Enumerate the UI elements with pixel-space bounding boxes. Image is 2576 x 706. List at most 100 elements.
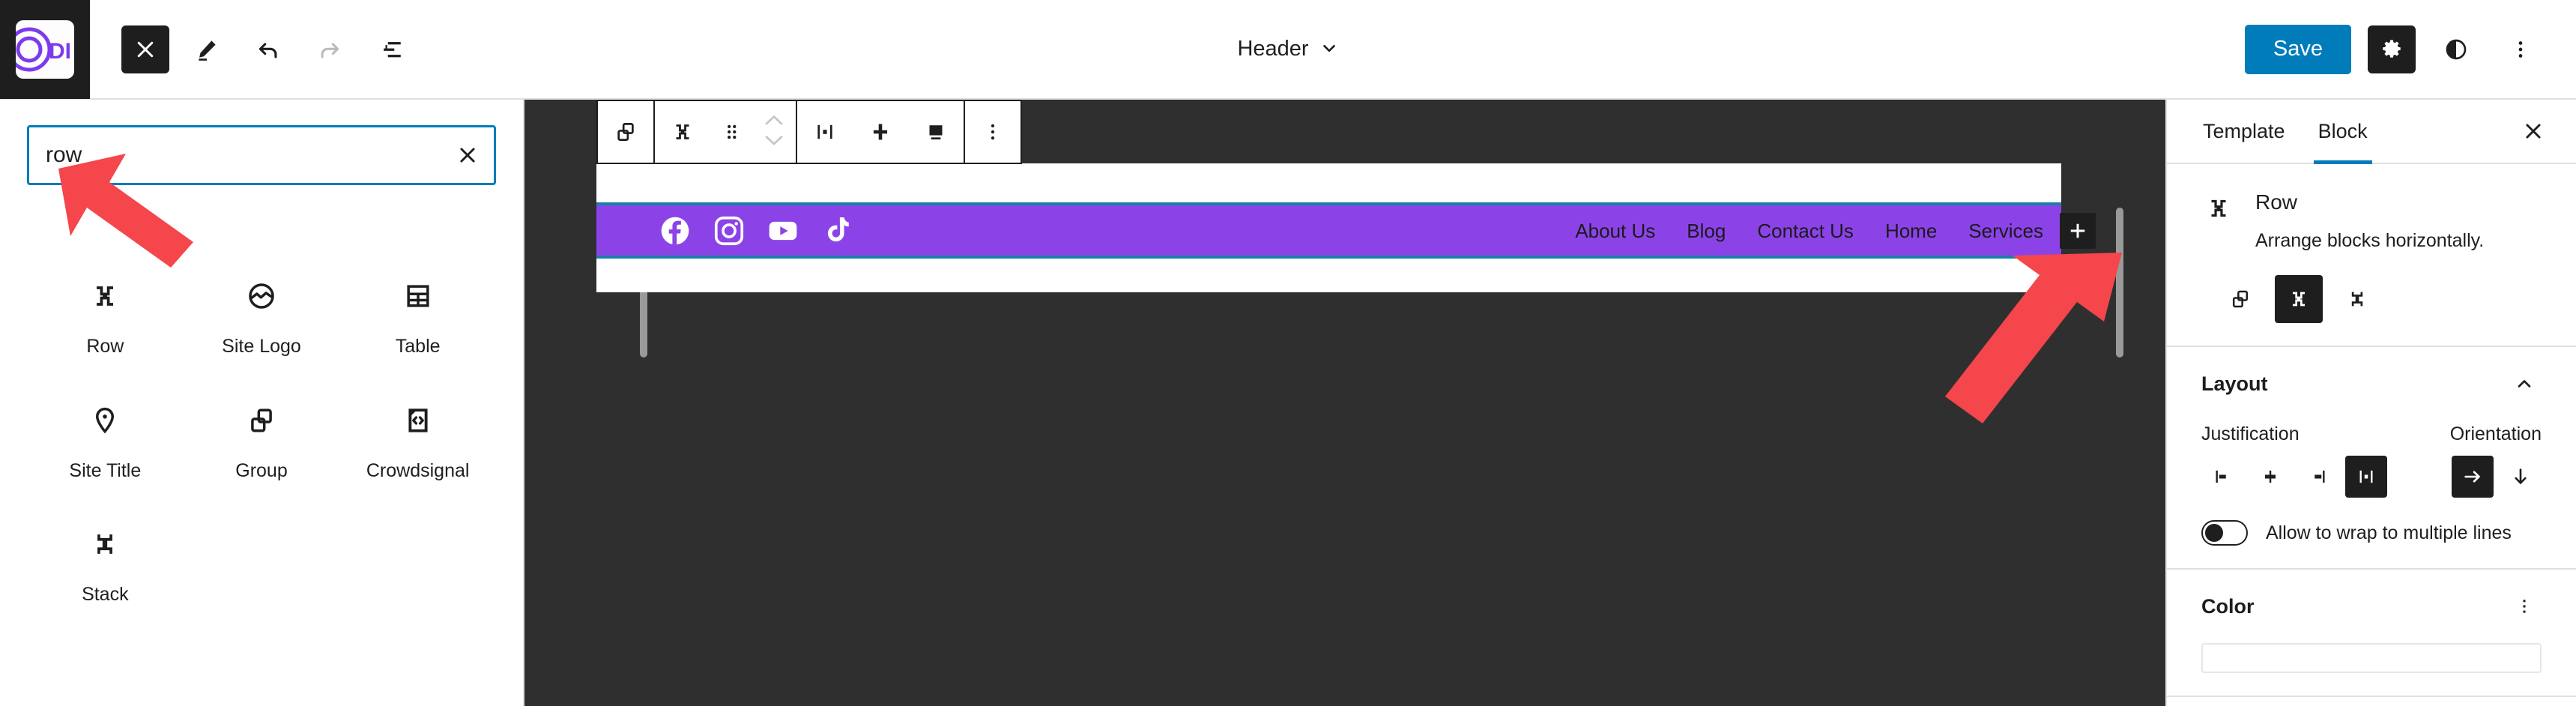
justify-right-button[interactable] — [2297, 456, 2339, 498]
orientation-label: Orientation — [2449, 423, 2542, 445]
inserter-block-stack[interactable]: Stack — [27, 517, 184, 612]
site-icon-logo[interactable]: DI — [16, 19, 74, 79]
nav-item-blog[interactable]: Blog — [1687, 221, 1726, 241]
svg-text:DI: DI — [49, 39, 71, 64]
block-info-card: Row Arrange blocks horizontally. — [2167, 164, 2576, 348]
block-title: Row — [2255, 190, 2298, 214]
tiktok-icon[interactable] — [820, 214, 853, 247]
instagram-icon[interactable] — [713, 214, 746, 247]
stack-variation-button[interactable] — [2333, 275, 2381, 323]
block-toolbar-group-block — [653, 100, 797, 164]
nav-item-contact-us[interactable]: Contact Us — [1757, 221, 1854, 241]
move-up-down-buttons[interactable] — [752, 113, 796, 151]
template-preview-frame: About Us Blog Contact Us Home Services — [596, 163, 2096, 292]
color-panel-header: Color — [2201, 589, 2542, 624]
layout-controls-row — [2201, 456, 2542, 498]
row-variation-button[interactable] — [2275, 275, 2323, 324]
site-icon-slot: DI — [0, 0, 90, 99]
orientation-group — [2452, 456, 2542, 498]
youtube-icon[interactable] — [767, 214, 799, 247]
chevron-down-icon[interactable] — [763, 133, 785, 151]
document-title-button[interactable]: Header — [1225, 31, 1350, 67]
header-row-block[interactable]: About Us Blog Contact Us Home Services — [596, 202, 2096, 259]
drag-handle[interactable] — [710, 101, 752, 163]
parent-group-button[interactable] — [598, 101, 653, 163]
crowdsignal-code-icon — [397, 399, 439, 441]
tab-block[interactable]: Block — [2302, 100, 2384, 164]
justification-label: Justification — [2201, 423, 2300, 445]
navigation-block: About Us Blog Contact Us Home Services — [1575, 221, 2061, 241]
inserter-block-site-logo[interactable]: Site Logo — [184, 269, 340, 363]
chevron-up-icon[interactable] — [763, 113, 785, 130]
allow-wrap-label: Allow to wrap to multiple lines — [2266, 522, 2512, 543]
redo-button[interactable] — [306, 25, 354, 73]
block-info-text: Row Arrange blocks horizontally. — [2255, 190, 2484, 253]
settings-gear-button[interactable] — [2368, 25, 2416, 73]
tab-template[interactable]: Template — [2186, 100, 2302, 163]
close-editor-button[interactable] — [121, 25, 169, 73]
inserter-block-row[interactable]: Row — [27, 269, 184, 363]
nav-item-home[interactable]: Home — [1885, 221, 1937, 241]
row-icon — [84, 275, 126, 317]
document-title-label: Header — [1237, 37, 1309, 61]
inserter-block-crowdsignal[interactable]: Crowdsignal — [339, 393, 496, 488]
block-type-row-button[interactable] — [655, 101, 710, 163]
color-swatch-placeholder[interactable] — [2201, 643, 2542, 674]
block-toolbar — [596, 100, 1022, 164]
vertical-ellipsis-icon[interactable] — [2507, 589, 2542, 624]
block-variations — [2201, 275, 2542, 324]
inserter-block-group[interactable]: Group — [184, 393, 340, 488]
more-options-button[interactable] — [2497, 25, 2545, 73]
align-full-button[interactable] — [908, 101, 964, 163]
table-icon — [397, 275, 439, 317]
block-toolbar-group-parent — [596, 100, 655, 164]
stack-icon — [84, 523, 126, 565]
map-pin-icon — [84, 399, 126, 441]
layout-control-labels: Justification Orientation — [2201, 423, 2542, 445]
styles-contrast-button[interactable] — [2432, 25, 2480, 73]
justify-left-button[interactable] — [2201, 456, 2243, 498]
wrap-toggle-row: Allow to wrap to multiple lines — [2201, 520, 2542, 546]
search-clear-button[interactable] — [448, 136, 487, 175]
undo-button[interactable] — [244, 25, 292, 73]
save-button[interactable]: Save — [2244, 24, 2351, 74]
nav-item-services[interactable]: Services — [1968, 221, 2043, 241]
chevron-up-icon[interactable] — [2507, 366, 2542, 401]
list-view-button[interactable] — [367, 25, 415, 73]
block-toolbar-group-align — [796, 100, 965, 164]
block-results-grid: Row Site Logo Table Site Title Group Cro… — [27, 269, 496, 612]
block-appender-button[interactable] — [2060, 212, 2096, 249]
align-plus-button[interactable] — [853, 101, 908, 163]
orientation-vertical-button[interactable] — [2500, 456, 2542, 498]
block-settings-sidebar: Template Block Row Arrange blocks horizo… — [2165, 100, 2576, 706]
block-search-wrap — [27, 125, 496, 185]
top-bar-right-tools: Save — [2244, 24, 2576, 74]
inserter-block-site-title[interactable]: Site Title — [27, 393, 184, 488]
block-search-input[interactable] — [27, 125, 496, 185]
justification-group — [2201, 456, 2387, 498]
nav-item-about-us[interactable]: About Us — [1575, 221, 1655, 241]
facebook-icon[interactable] — [659, 214, 692, 247]
justify-center-button[interactable] — [2249, 456, 2291, 498]
canvas-resize-handle-right[interactable] — [2116, 208, 2123, 357]
block-description: Arrange blocks horizontally. — [2255, 229, 2485, 251]
close-sidebar-button[interactable] — [2510, 100, 2557, 163]
edit-pencil-button[interactable] — [183, 25, 231, 73]
inserter-block-table[interactable]: Table — [339, 269, 496, 363]
orientation-horizontal-button[interactable] — [2452, 456, 2494, 498]
layout-panel-header[interactable]: Layout — [2201, 366, 2542, 401]
block-options-button[interactable] — [965, 101, 1021, 163]
allow-wrap-toggle[interactable] — [2201, 520, 2248, 546]
justify-space-between-button[interactable] — [797, 101, 853, 163]
layout-panel: Layout Justification Orientation Allow t… — [2167, 347, 2576, 570]
color-panel: Color — [2167, 570, 2576, 698]
block-info-head: Row Arrange blocks horizontally. — [2201, 190, 2542, 253]
justify-space-between-button[interactable] — [2345, 456, 2387, 498]
inserter-block-label: Group — [235, 459, 288, 481]
group-variation-button[interactable] — [2216, 275, 2264, 323]
block-toolbar-group-options — [964, 100, 1022, 164]
color-panel-title: Color — [2201, 594, 2255, 618]
settings-tabs: Template Block — [2167, 100, 2576, 164]
inserter-block-label: Table — [395, 336, 441, 357]
inserter-block-label: Row — [86, 336, 124, 357]
